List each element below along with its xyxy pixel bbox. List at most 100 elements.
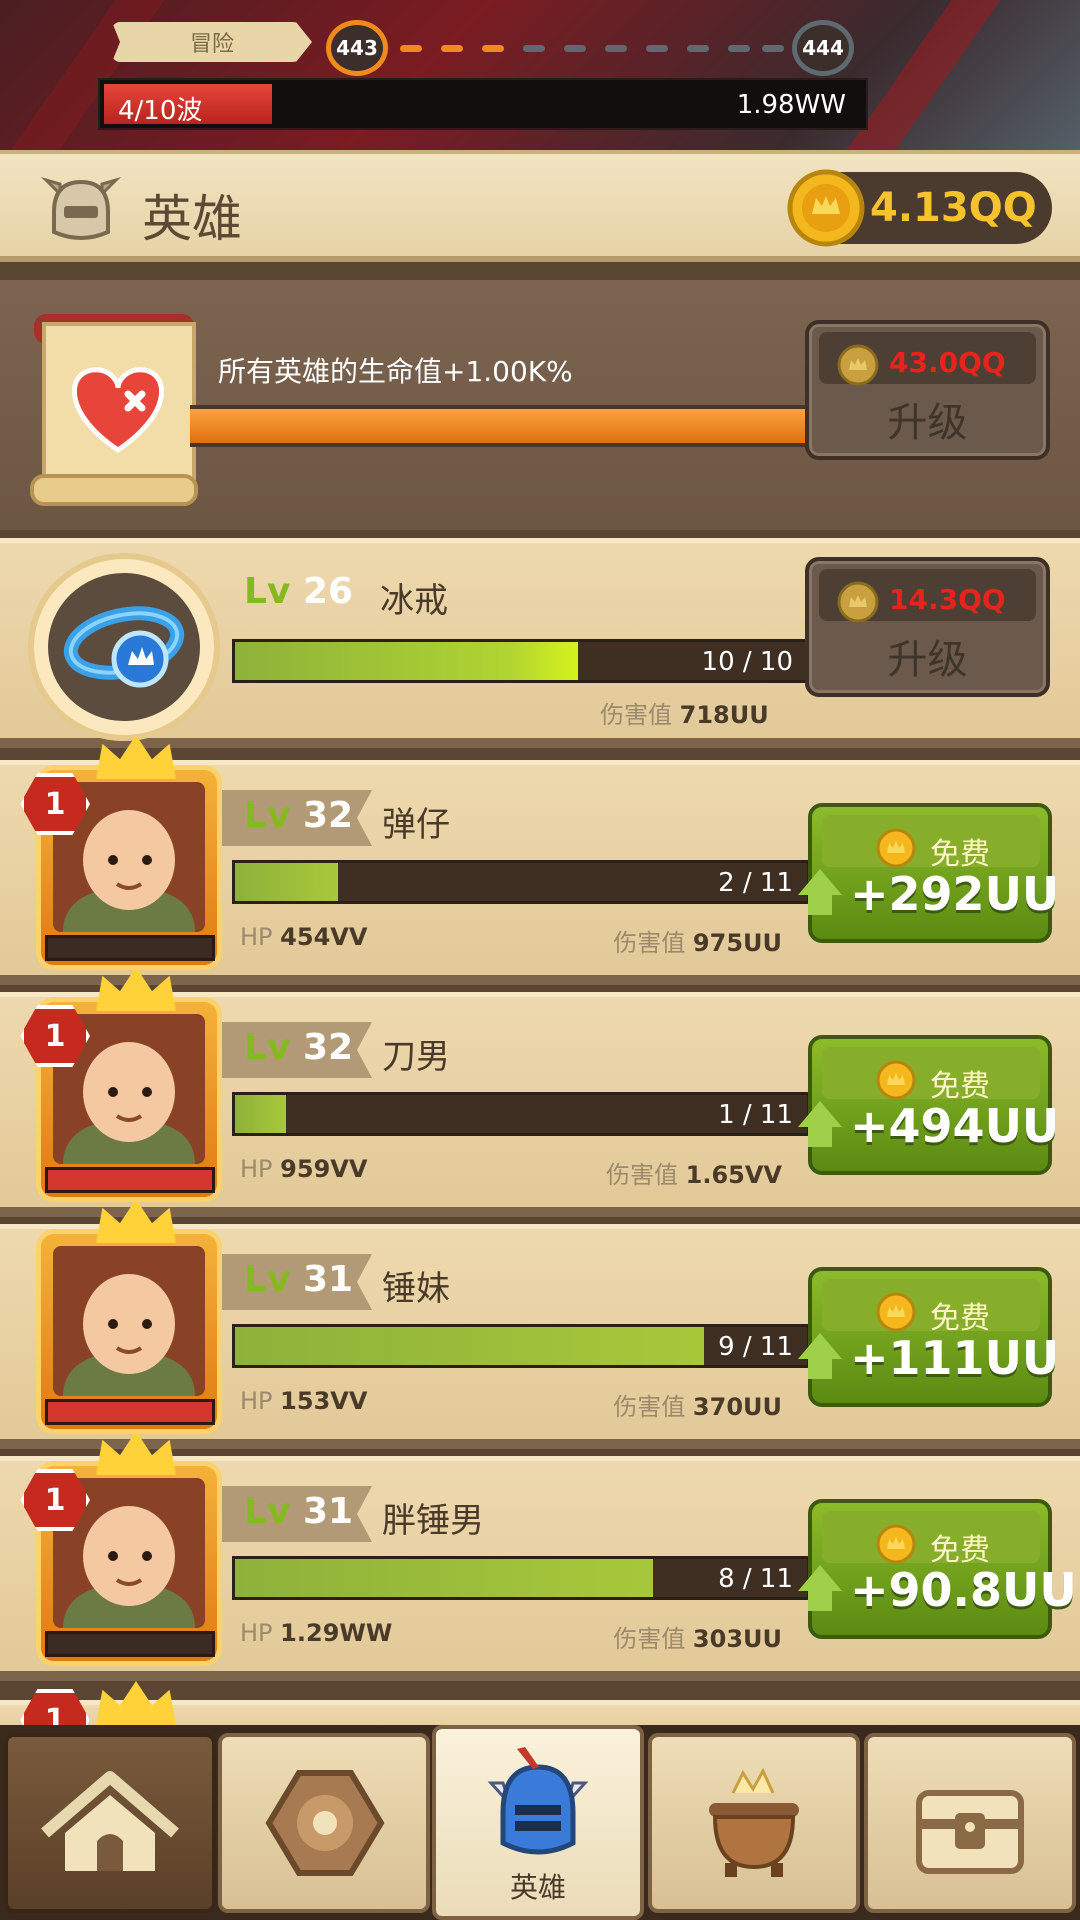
wave-dash (687, 45, 709, 52)
camp-tent-icon (41, 1771, 179, 1871)
enemy-hp-text: 1.98WW (736, 90, 846, 120)
hero-damage-stat: 伤害值 975UU (613, 923, 782, 958)
nav-tab-camp[interactable] (4, 1733, 216, 1913)
hero-portrait-bg (53, 1246, 205, 1396)
hero-xp-text: 9 / 11 (718, 1332, 793, 1362)
hero-xp-text: 2 / 11 (718, 868, 793, 898)
wave-dash (400, 45, 422, 52)
buff-upgrade-label: 升级 (887, 400, 968, 446)
free-upgrade-button[interactable]: 免费 +90.8UU (798, 1499, 1077, 1639)
heart-scroll-icon (30, 314, 198, 506)
hero-level: Lv 32 (244, 795, 353, 836)
damage-label: 伤害值 (613, 929, 686, 957)
hero-xp-fill (235, 1327, 704, 1365)
damage-value: 1.65VV (685, 1161, 782, 1189)
wave-dash (441, 45, 463, 52)
buff-progress-bar (190, 405, 810, 447)
wave-dash (762, 45, 784, 52)
ring-upgrade-button[interactable]: 14.3QQ 升级 (805, 557, 1050, 697)
wave-dash (605, 45, 627, 52)
hero-xp-fill (235, 863, 338, 901)
hero-name: 锤妹 (382, 1269, 450, 1309)
hero-level: Lv 31 (244, 1259, 353, 1300)
hero-xp-bar: 1 / 11 (232, 1092, 810, 1136)
wave-dash (482, 45, 504, 52)
nav-tab-heroes[interactable]: 英雄 (432, 1725, 644, 1920)
damage-gain: +90.8UU (850, 1563, 1077, 1617)
ring-xp-text: 10 / 10 (701, 647, 793, 677)
hero-hp-bar (45, 1399, 215, 1425)
ice-ring-icon (63, 606, 185, 688)
buff-progress-fill (190, 409, 810, 443)
hero-hp-stat: HP 959VV (240, 1155, 367, 1183)
level-number: 32 (302, 1027, 354, 1068)
treasure-chest-icon (916, 1790, 1024, 1874)
hero-row: 1 Lv 32 弹仔 2 / 11 HP 454VV 伤害值 975UU 免费 (0, 735, 1080, 985)
hero-xp-text: 1 / 11 (718, 1100, 793, 1130)
ring-upgrade-label: 升级 (887, 637, 968, 683)
up-arrow-stem (808, 1589, 832, 1611)
wave-dash (646, 45, 668, 52)
buff-upgrade-button[interactable]: 43.0QQ 升级 (805, 320, 1050, 460)
up-arrow-stem (808, 1125, 832, 1147)
hp-label: HP (240, 923, 273, 951)
damage-gain: +111UU (850, 1331, 1060, 1385)
damage-label: 伤害值 (613, 1625, 686, 1653)
level-number: 31 (302, 1259, 354, 1300)
heroes-header: 英雄 4.13QQ (0, 150, 1080, 262)
buff-cost: 43.0QQ (889, 346, 1006, 379)
gold-amount: 4.13QQ (870, 185, 1037, 231)
nav-tab-chest[interactable] (864, 1733, 1076, 1913)
hero-hp-stat: HP 1.29WW (240, 1619, 392, 1647)
helmet-icon (40, 176, 122, 240)
level-tag: Lv (244, 1259, 291, 1300)
free-upgrade-button[interactable]: 免费 +292UU (798, 803, 1059, 943)
hp-label: HP (240, 1619, 273, 1647)
up-arrow-icon (798, 869, 842, 895)
level-tag: Lv (244, 571, 291, 612)
nav-tab-heroes-label: 英雄 (509, 1871, 566, 1904)
wave-progress-bar: 4/10波 1.98WW (98, 78, 868, 130)
buff-description: 所有英雄的生命值+1.00K% (218, 355, 573, 388)
nav-tab-rune[interactable] (218, 1733, 430, 1913)
hp-label: HP (240, 1387, 273, 1415)
level-tag: Lv (244, 1027, 291, 1068)
damage-value: 303UU (692, 1625, 782, 1653)
free-upgrade-button[interactable]: 免费 +494UU (798, 1035, 1059, 1175)
damage-gain: +494UU (850, 1099, 1060, 1153)
mode-label: 冒险 (112, 22, 312, 62)
hero-level: Lv 32 (244, 1027, 353, 1068)
ring-portrait-bg (48, 573, 200, 721)
crown-icon (96, 1681, 176, 1725)
next-wave-node: 444 (792, 20, 854, 76)
gold-coin-icon (876, 1060, 916, 1100)
hero-name: 刀男 (382, 1037, 450, 1077)
hero-portrait[interactable] (36, 1229, 222, 1434)
up-arrow-stem (808, 893, 832, 915)
damage-label: 伤害值 (605, 1161, 678, 1189)
nav-tab-cauldron[interactable] (648, 1733, 860, 1913)
up-arrow-icon (798, 1333, 842, 1359)
hero-level: Lv 31 (244, 1491, 353, 1532)
up-arrow-icon (798, 1565, 842, 1591)
damage-gain: +292UU (850, 867, 1060, 921)
wave-dash (564, 45, 586, 52)
free-label-panel: 免费 (822, 1279, 1040, 1336)
wave-dash (728, 45, 750, 52)
gold-coin-icon (876, 1524, 916, 1564)
hero-name: 胖锤男 (382, 1501, 484, 1541)
ring-cost: 14.3QQ (889, 583, 1006, 616)
ring-row: Lv 26 冰戒 10 / 10 伤害值 718UU 14.3QQ 升级 (0, 538, 1080, 748)
hero-xp-bar: 8 / 11 (232, 1556, 810, 1600)
hero-hp-stat: HP 454VV (240, 923, 367, 951)
level-number: 32 (302, 795, 354, 836)
gold-coin-icon (837, 344, 879, 386)
level-number: 31 (302, 1491, 354, 1532)
bottom-nav: 英雄 (0, 1725, 1080, 1920)
hero-name: 弹仔 (382, 805, 450, 845)
hero-xp-fill (235, 1559, 653, 1597)
free-upgrade-button[interactable]: 免费 +111UU (798, 1267, 1059, 1407)
hero-face-icon (63, 1274, 195, 1396)
free-label-panel: 免费 (822, 1511, 1040, 1568)
current-wave-node: 443 (326, 20, 388, 76)
